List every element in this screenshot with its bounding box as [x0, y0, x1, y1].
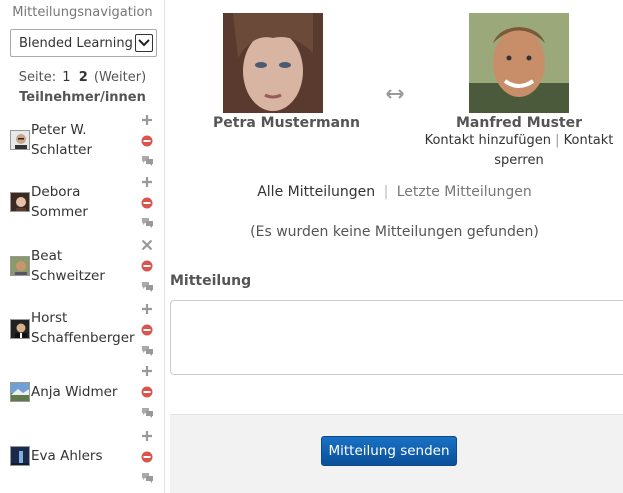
- course-select-value: Blended Learning: [19, 35, 133, 51]
- compose-label: Mitteilung: [170, 273, 252, 289]
- compose-footer: Mitteilung senden: [170, 414, 623, 493]
- history-icon[interactable]: [139, 405, 155, 421]
- swap-arrows-icon: [386, 88, 404, 104]
- add-icon[interactable]: [139, 428, 155, 444]
- sidebar-heading: Mitteilungsnavigation: [12, 5, 153, 20]
- contact-name[interactable]: Debora Sommer: [31, 182, 135, 222]
- block-icon[interactable]: [139, 322, 155, 338]
- history-icon[interactable]: [139, 215, 155, 231]
- tab-separator: |: [383, 184, 389, 200]
- history-icon[interactable]: [139, 470, 155, 486]
- user-name: Petra Mustermann: [213, 115, 360, 131]
- page-current-2: 2: [78, 70, 88, 85]
- history-icon[interactable]: [139, 279, 155, 295]
- add-icon[interactable]: [139, 301, 155, 317]
- contact-item[interactable]: Peter W. Schlatter: [0, 115, 165, 180]
- next-page-link[interactable]: (Weiter): [94, 70, 146, 85]
- history-icon[interactable]: [139, 153, 155, 169]
- avatar: [10, 446, 30, 466]
- contact-name[interactable]: Horst Schaffenberger: [31, 308, 135, 348]
- block-icon[interactable]: [139, 258, 155, 274]
- message-input[interactable]: [170, 300, 623, 375]
- avatar: [10, 382, 30, 402]
- user-card-other: Manfred Muster Kontakt hinzufügen | Kont…: [424, 13, 614, 171]
- contact-actions: Kontakt hinzufügen | Kontakt sperren: [424, 131, 614, 171]
- block-icon[interactable]: [139, 195, 155, 211]
- chevron-down-icon[interactable]: [135, 34, 153, 52]
- user-card-current: Petra Mustermann: [213, 13, 360, 131]
- contact-item[interactable]: Eva Ahlers: [0, 431, 165, 493]
- avatar: [10, 256, 30, 276]
- contact-name[interactable]: Peter W. Schlatter: [31, 120, 135, 160]
- contact-name[interactable]: Beat Schweitzer: [31, 246, 135, 286]
- block-contact-link[interactable]: Kontakt: [564, 133, 614, 148]
- empty-state-message: (Es wurden keine Mitteilungen gefunden): [250, 224, 539, 240]
- course-select[interactable]: Blended Learning: [10, 29, 157, 57]
- avatar: [10, 319, 30, 339]
- block-icon[interactable]: [139, 133, 155, 149]
- history-icon[interactable]: [139, 343, 155, 359]
- block-contact-link-continuation[interactable]: sperren: [424, 151, 614, 171]
- contact-name[interactable]: Anja Widmer: [31, 382, 135, 402]
- user-photo: [469, 13, 569, 113]
- send-message-button[interactable]: Mitteilung senden: [321, 436, 457, 466]
- avatar: [10, 192, 30, 212]
- avatar: [10, 130, 30, 150]
- pager: Seite: 1 2 (Weiter): [0, 70, 165, 85]
- separator: |: [555, 133, 560, 148]
- contact-item[interactable]: Beat Schweitzer: [0, 239, 165, 304]
- message-filter-tabs: Alle Mitteilungen | Letzte Mitteilungen: [166, 184, 623, 200]
- conversation-panel: Petra Mustermann Manfred Muster Kontakt …: [166, 0, 623, 493]
- page-link-1[interactable]: 1: [60, 70, 72, 85]
- add-icon[interactable]: [139, 363, 155, 379]
- participants-heading: Teilnehmer/innen: [19, 90, 146, 105]
- tab-all-messages[interactable]: Alle Mitteilungen: [257, 184, 375, 200]
- pager-label: Seite:: [18, 70, 57, 85]
- add-contact-link[interactable]: Kontakt hinzufügen: [425, 133, 551, 148]
- message-navigation-sidebar: Mitteilungsnavigation Blended Learning S…: [0, 0, 165, 493]
- remove-icon[interactable]: [139, 237, 155, 253]
- tab-recent-messages[interactable]: Letzte Mitteilungen: [397, 184, 532, 200]
- block-icon[interactable]: [139, 384, 155, 400]
- user-photo: [223, 13, 323, 113]
- add-icon[interactable]: [139, 174, 155, 190]
- user-name: Manfred Muster: [455, 115, 583, 131]
- contact-item[interactable]: Horst Schaffenberger: [0, 304, 165, 367]
- block-icon[interactable]: [139, 449, 155, 465]
- contact-name[interactable]: Eva Ahlers: [31, 446, 135, 466]
- contact-item[interactable]: Anja Widmer: [0, 366, 165, 430]
- contact-item[interactable]: Debora Sommer: [0, 177, 165, 242]
- add-icon[interactable]: [139, 112, 155, 128]
